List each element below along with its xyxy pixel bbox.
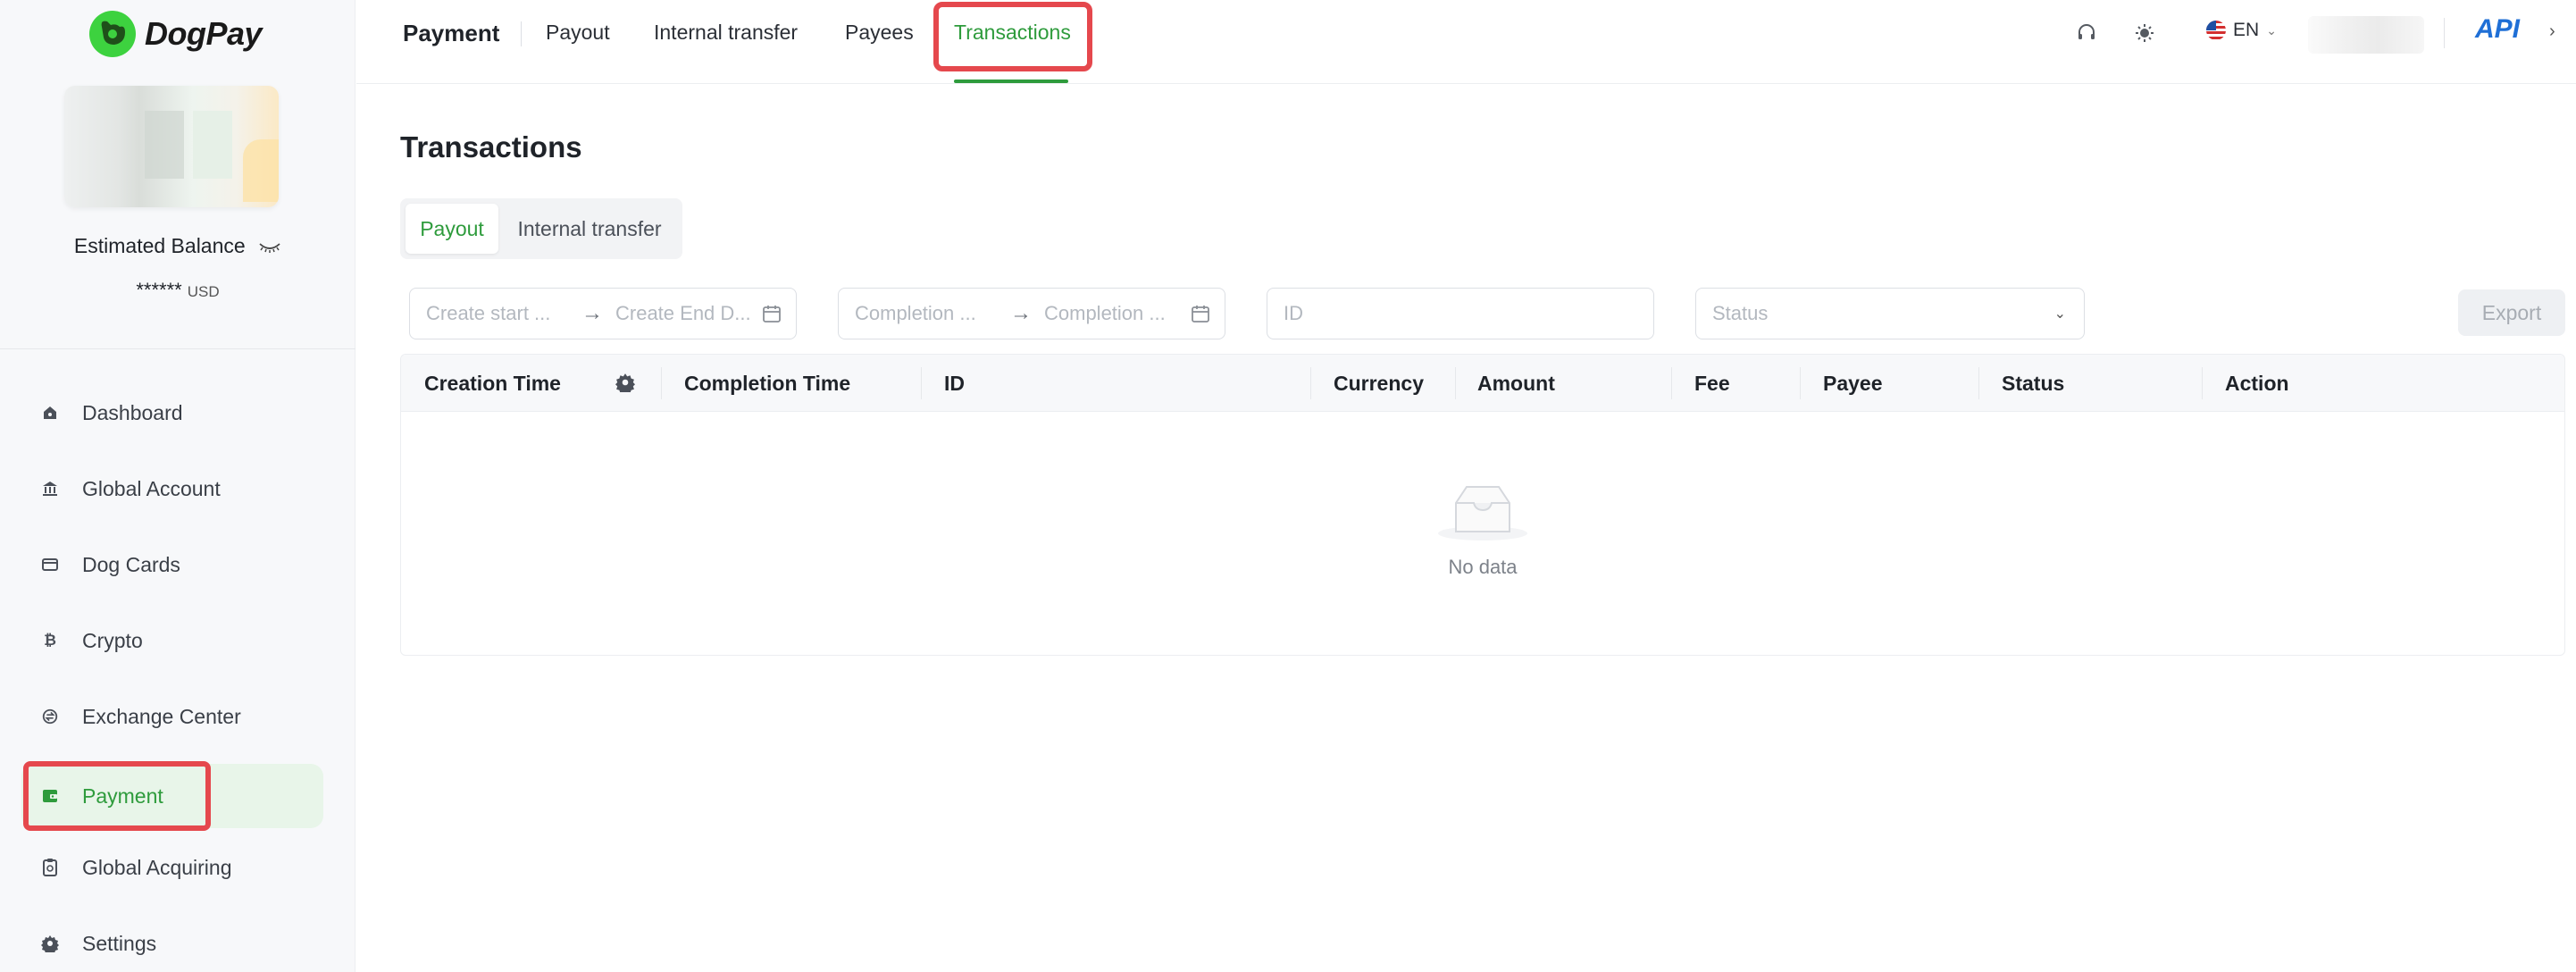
bitcoin-icon: ₿ [44, 632, 56, 649]
status-placeholder: Status [1712, 302, 1769, 324]
top-bar: Payment Payout Internal transfer Payees … [356, 0, 2576, 84]
column-amount: Amount [1477, 371, 1555, 395]
column-divider [1455, 367, 1456, 399]
user-account-blurred[interactable] [2308, 16, 2424, 54]
exchange-icon [41, 708, 59, 725]
column-action: Action [2225, 371, 2289, 395]
sidebar-item-dashboard[interactable]: Dashboard [21, 381, 323, 445]
tab-internal-transfer[interactable]: Internal transfer [654, 21, 798, 45]
sidebar-item-crypto[interactable]: ₿ Crypto [21, 608, 323, 673]
segmented-control: Payout Internal transfer [400, 198, 682, 259]
eye-closed-icon[interactable] [258, 235, 281, 259]
arrow-right-icon: → [1010, 301, 1032, 325]
id-search-input[interactable]: ID [1267, 288, 1654, 339]
column-divider [1310, 367, 1311, 399]
column-settings-gear-icon[interactable] [615, 373, 635, 397]
us-flag-icon [2206, 21, 2226, 40]
topbar-divider [2444, 18, 2445, 48]
acquiring-icon [41, 859, 59, 876]
empty-inbox-icon [1436, 480, 1529, 547]
sun-theme-icon[interactable] [2131, 20, 2158, 46]
card-icon [41, 556, 59, 574]
table-header: Creation Time Completion Time ID Currenc… [401, 355, 2564, 412]
create-start-input[interactable]: Create start ... [426, 302, 569, 325]
sidebar-item-label: Dog Cards [82, 552, 180, 576]
chevron-down-icon: ⌄ [2053, 306, 2066, 322]
sidebar-divider [0, 348, 355, 349]
empty-state: No data [401, 480, 2564, 579]
calendar-icon[interactable] [1191, 304, 1210, 323]
arrow-right-icon: → [581, 301, 603, 325]
completion-date-range[interactable]: Completion ... → Completion ... [838, 288, 1225, 339]
create-end-input[interactable]: Create End D... [615, 302, 758, 325]
export-button[interactable]: Export [2458, 289, 2565, 336]
chevron-right-icon[interactable]: › [2549, 21, 2555, 42]
column-divider [1978, 367, 1979, 399]
sidebar-item-dog-cards[interactable]: Dog Cards [21, 532, 323, 597]
language-label: EN [2233, 20, 2260, 40]
sidebar-item-exchange-center[interactable]: Exchange Center [21, 684, 323, 749]
sidebar-item-label: Settings [82, 931, 157, 955]
balance-label-row: Estimated Balance [0, 234, 355, 259]
balance-value: ****** [136, 279, 182, 301]
column-id: ID [944, 371, 965, 395]
highlight-box-transactions [933, 2, 1092, 71]
dog-logo-icon [89, 11, 136, 57]
brand-name: DogPay [145, 15, 263, 52]
column-divider [921, 367, 922, 399]
creation-date-range[interactable]: Create start ... → Create End D... [409, 288, 797, 339]
segment-payout[interactable]: Payout [406, 204, 498, 254]
column-divider [2202, 367, 2203, 399]
page-title: Transactions [400, 130, 582, 163]
gear-icon [41, 934, 59, 952]
section-title: Payment [403, 20, 500, 46]
completion-end-input[interactable]: Completion ... [1044, 302, 1187, 325]
headset-support-icon[interactable] [2073, 20, 2100, 46]
status-select[interactable]: Status ⌄ [1695, 288, 2085, 339]
card-thumbnail[interactable] [64, 86, 279, 207]
column-status: Status [2002, 371, 2065, 395]
column-divider [661, 367, 662, 399]
column-divider [1671, 367, 1672, 399]
empty-state-text: No data [1448, 556, 1518, 578]
calendar-icon[interactable] [762, 304, 782, 323]
sidebar-item-settings[interactable]: Settings [21, 911, 323, 972]
sidebar-item-label: Dashboard [82, 400, 183, 424]
sidebar-item-global-acquiring[interactable]: Global Acquiring [21, 835, 323, 900]
active-tab-indicator [954, 80, 1068, 83]
sidebar-item-label: Global Acquiring [82, 855, 232, 879]
segment-internal-transfer[interactable]: Internal transfer [504, 204, 675, 254]
tab-payout[interactable]: Payout [546, 21, 610, 45]
api-link[interactable]: API [2475, 14, 2520, 45]
tab-payees[interactable]: Payees [845, 21, 914, 45]
title-divider [521, 21, 522, 46]
sidebar: DogPay Estimated Balance ****** USD Dashb… [0, 0, 355, 972]
highlight-box-payment [23, 761, 211, 831]
sidebar-item-global-account[interactable]: Global Account [21, 457, 323, 521]
balance-label: Estimated Balance [73, 234, 246, 257]
balance-value-row: ****** USD [0, 279, 355, 302]
bank-icon [41, 480, 59, 498]
brand-logo[interactable]: DogPay [89, 11, 263, 57]
column-fee: Fee [1694, 371, 1730, 395]
sidebar-item-label: Crypto [82, 628, 143, 652]
column-creation-time: Creation Time [424, 371, 561, 395]
completion-start-input[interactable]: Completion ... [855, 302, 998, 325]
column-currency: Currency [1334, 371, 1424, 395]
column-payee: Payee [1823, 371, 1883, 395]
sidebar-item-label: Exchange Center [82, 704, 241, 728]
language-selector[interactable]: EN ⌄ [2206, 20, 2277, 41]
chevron-down-icon: ⌄ [2266, 22, 2277, 38]
dashboard-icon [41, 404, 59, 422]
sidebar-item-label: Global Account [82, 476, 221, 500]
column-completion-time: Completion Time [684, 371, 851, 395]
id-placeholder: ID [1284, 302, 1303, 324]
transactions-table: Creation Time Completion Time ID Currenc… [400, 354, 2565, 656]
column-divider [1800, 367, 1801, 399]
balance-currency: USD [187, 283, 220, 300]
